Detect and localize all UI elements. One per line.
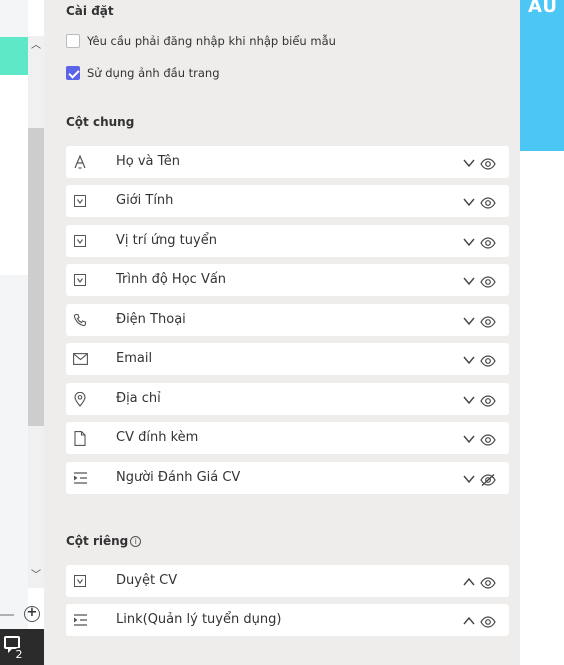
eye-icon[interactable] xyxy=(480,392,496,407)
eye-icon[interactable] xyxy=(480,352,496,367)
field-row-ho-va-ten[interactable]: Họ và Tên xyxy=(66,146,509,178)
field-label: Họ và Tên xyxy=(116,154,181,169)
assign-icon xyxy=(72,470,88,486)
mail-icon xyxy=(72,351,88,367)
settings-section-title: Cài đặt xyxy=(66,4,114,18)
require-login-checkbox[interactable] xyxy=(66,34,80,48)
field-row-email[interactable]: Email xyxy=(66,343,509,375)
field-row-dien-thoai[interactable]: Điện Thoại xyxy=(66,304,509,336)
field-label: CV đính kèm xyxy=(116,430,199,445)
assign-icon xyxy=(72,612,88,628)
eye-off-icon[interactable] xyxy=(480,471,496,486)
form-settings-panel: Cài đặt Yêu cầu phải đăng nhập khi nhập … xyxy=(44,0,520,665)
field-label: Vị trí ứng tuyển xyxy=(116,233,217,248)
chevron-down-icon[interactable] xyxy=(462,392,476,406)
use-header-image-option[interactable]: Sử dụng ảnh đầu trang xyxy=(66,66,220,80)
field-label: Điện Thoại xyxy=(116,312,186,327)
eye-icon[interactable] xyxy=(480,574,496,589)
zoom-in-icon[interactable]: + xyxy=(24,606,40,622)
chevron-down-icon[interactable] xyxy=(462,313,476,327)
field-row-link-quan-ly-tuyen-dung[interactable]: Link(Quản lý tuyển dụng) xyxy=(66,604,509,636)
chevron-down-icon[interactable] xyxy=(462,273,476,287)
phone-icon xyxy=(72,312,88,328)
field-row-dia-chi[interactable]: Địa chỉ xyxy=(66,383,509,415)
field-label: Người Đánh Giá CV xyxy=(116,470,241,485)
eye-icon[interactable] xyxy=(480,194,496,209)
eye-icon[interactable] xyxy=(480,155,496,170)
info-icon[interactable]: i xyxy=(130,535,142,547)
field-row-gioi-tinh[interactable]: Giới Tính xyxy=(66,185,509,217)
comment-count-badge: 2 xyxy=(12,648,26,662)
dropdown-icon xyxy=(72,573,88,589)
scroll-down-icon[interactable]: ﹀ xyxy=(28,568,44,584)
field-row-duyet-cv[interactable]: Duyệt CV xyxy=(66,565,509,597)
field-label: Email xyxy=(116,351,153,366)
chevron-down-icon[interactable] xyxy=(462,234,476,248)
background-teal-bar xyxy=(0,37,28,75)
dropdown-icon xyxy=(72,233,88,249)
chevron-down-icon[interactable] xyxy=(462,431,476,445)
private-columns-title: Cột riêng i xyxy=(66,534,142,548)
eye-icon[interactable] xyxy=(480,273,496,288)
text-icon xyxy=(72,154,88,170)
use-header-image-label: Sử dụng ảnh đầu trang xyxy=(87,66,220,80)
eye-icon[interactable] xyxy=(480,313,496,328)
use-header-image-checkbox[interactable] xyxy=(66,66,80,80)
field-row-cv-dinh-kem[interactable]: CV đính kèm xyxy=(66,422,509,454)
file-icon xyxy=(72,430,88,446)
require-login-option[interactable]: Yêu cầu phải đăng nhập khi nhập biểu mẫu xyxy=(66,34,336,48)
vertical-scrollbar[interactable]: ︿ ﹀ xyxy=(28,36,44,588)
background-left-card xyxy=(0,75,28,275)
chevron-up-icon[interactable] xyxy=(462,613,476,627)
background-blue-banner xyxy=(520,0,564,151)
private-columns-title-text: Cột riêng xyxy=(66,534,129,548)
field-label: Link(Quản lý tuyển dụng) xyxy=(116,612,282,627)
chevron-down-icon[interactable] xyxy=(462,471,476,485)
field-label: Duyệt CV xyxy=(116,573,178,588)
chevron-down-icon[interactable] xyxy=(462,352,476,366)
zoom-slider-track[interactable] xyxy=(0,614,14,616)
field-row-trinh-do-hoc-van[interactable]: Trình độ Học Vấn xyxy=(66,264,509,296)
field-row-vi-tri-ung-tuyen[interactable]: Vị trí ứng tuyển xyxy=(66,225,509,257)
dropdown-icon xyxy=(72,193,88,209)
scroll-up-icon[interactable]: ︿ xyxy=(28,38,44,54)
field-label: Địa chỉ xyxy=(116,391,161,406)
require-login-label: Yêu cầu phải đăng nhập khi nhập biểu mẫu xyxy=(87,34,336,48)
scrollbar-thumb[interactable] xyxy=(28,128,44,426)
location-icon xyxy=(72,391,88,407)
field-label: Giới Tính xyxy=(116,193,174,208)
background-banner-text: AU xyxy=(528,0,558,17)
chevron-down-icon[interactable] xyxy=(462,155,476,169)
chevron-up-icon[interactable] xyxy=(462,574,476,588)
common-columns-title: Cột chung xyxy=(66,115,135,129)
eye-icon[interactable] xyxy=(480,234,496,249)
eye-icon[interactable] xyxy=(480,431,496,446)
dropdown-icon xyxy=(72,272,88,288)
field-row-nguoi-danh-gia-cv[interactable]: Người Đánh Giá CV xyxy=(66,462,509,494)
field-label: Trình độ Học Vấn xyxy=(116,272,227,287)
eye-icon[interactable] xyxy=(480,613,496,628)
chevron-down-icon[interactable] xyxy=(462,194,476,208)
